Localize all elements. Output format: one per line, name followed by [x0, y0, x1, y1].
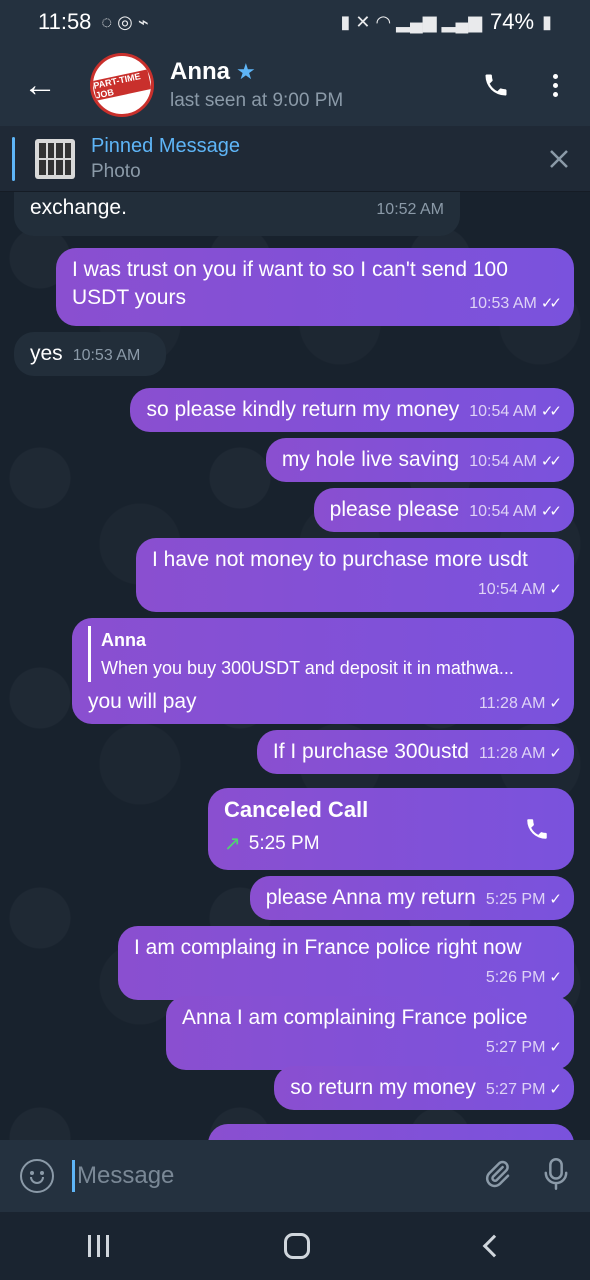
- emoji-icon[interactable]: [20, 1159, 54, 1193]
- back-arrow-icon: ←: [23, 65, 57, 104]
- sent-receipt-icon: ✓: [549, 581, 561, 598]
- message-time: 5:26 PM: [485, 969, 546, 986]
- reply-quote[interactable]: Anna When you buy 300USDT and deposit it…: [88, 626, 558, 682]
- recent-apps-icon[interactable]: [87, 1235, 109, 1257]
- message-bubble[interactable]: I am complaing in France police right no…: [118, 926, 574, 1000]
- message-bubble[interactable]: exchange. 10:52 AM: [14, 192, 460, 236]
- clock: 11:58: [38, 9, 92, 34]
- message-time: 5:27 PM: [485, 1039, 546, 1056]
- message-bubble[interactable]: I have not money to purchase more usdt 1…: [136, 538, 574, 612]
- message-text: I have not money to purchase more usdt: [152, 548, 528, 571]
- sent-receipt-icon: ✓: [549, 695, 561, 712]
- more-options-icon[interactable]: [550, 73, 560, 97]
- battery-icon: ▮: [542, 11, 552, 32]
- avatar-label: PART-TIME JOB: [93, 69, 151, 101]
- message-composer: [0, 1140, 590, 1212]
- system-navigation-bar: [0, 1212, 590, 1280]
- peer-name: Anna: [170, 58, 230, 85]
- message-bubble[interactable]: please please 10:54 AM ✓✓: [313, 488, 574, 532]
- message-time: 10:52 AM: [376, 201, 444, 218]
- message-text: I am complaing in France police right no…: [134, 936, 522, 959]
- message-bubble[interactable]: I was trust on you if want to so I can't…: [56, 248, 574, 326]
- message-text: please Anna my return: [265, 886, 476, 909]
- message-bubble[interactable]: so return my money 5:27 PM ✓: [274, 1066, 574, 1110]
- call-bubble[interactable]: Canceled Call ↗ 5:25 PM: [208, 788, 574, 870]
- message-bubble[interactable]: Anna When you buy 300USDT and deposit it…: [72, 618, 574, 724]
- read-receipt-icon: ✓✓: [540, 453, 562, 470]
- message-time: 11:28 AM: [479, 745, 546, 762]
- sent-receipt-icon: ✓: [549, 891, 561, 908]
- pinned-photo-thumbnail: [35, 138, 75, 179]
- message-time: 10:54 AM: [477, 581, 546, 598]
- sent-receipt-icon: ✓: [549, 1039, 561, 1056]
- call-status: Canceled Call: [224, 797, 369, 822]
- avatar[interactable]: PART-TIME JOB: [90, 53, 154, 117]
- message-bubble[interactable]: yes 10:53 AM: [14, 332, 166, 376]
- pinned-message-bar[interactable]: Pinned Message Photo: [0, 126, 590, 192]
- message-time: 5:25 PM: [485, 891, 546, 908]
- home-icon[interactable]: [284, 1233, 311, 1259]
- message-text: so return my money: [290, 1076, 476, 1099]
- sent-receipt-icon: ✓: [549, 1081, 561, 1098]
- message-bubble-partial[interactable]: [208, 1124, 574, 1140]
- message-list[interactable]: exchange. 10:52 AM I was trust on you if…: [0, 192, 590, 1140]
- signal-icons: ▮ ✕ ◠ ▂▄▆ ▂▄▆: [340, 11, 483, 32]
- message-time: 10:54 AM: [469, 503, 537, 520]
- close-icon[interactable]: [548, 148, 570, 170]
- message-text: so please kindly return my money: [146, 398, 460, 421]
- message-bubble[interactable]: so please kindly return my money 10:54 A…: [130, 388, 574, 432]
- message-text: yes: [30, 342, 63, 365]
- back-button[interactable]: ←: [0, 44, 80, 126]
- message-text: my hole live saving: [281, 448, 460, 471]
- sent-receipt-icon: ✓: [549, 745, 561, 762]
- peer-last-seen: last seen at 9:00 PM: [170, 90, 344, 111]
- message-time: 10:53 AM: [469, 295, 537, 312]
- pinned-subtitle: Photo: [91, 160, 141, 182]
- status-bar: 11:58 ◌ ◎ ⌁ ▮ ✕ ◠ ▂▄▆ ▂▄▆ 74% ▮: [0, 0, 590, 44]
- read-receipt-icon: ✓✓: [540, 295, 562, 312]
- pinned-indicator: [12, 136, 15, 181]
- phone-icon[interactable]: [524, 816, 550, 850]
- pinned-title: Pinned Message: [91, 134, 240, 157]
- message-time: 5:27 PM: [485, 1081, 546, 1098]
- microphone-icon[interactable]: [542, 1157, 570, 1196]
- message-bubble[interactable]: my hole live saving 10:54 AM ✓✓: [265, 438, 574, 482]
- message-time: 11:28 AM: [479, 695, 546, 712]
- message-bubble[interactable]: If I purchase 300ustd 11:28 AM ✓: [256, 730, 574, 774]
- message-text: exchange.: [30, 196, 127, 219]
- battery-level: 74%: [490, 9, 535, 34]
- paperclip-icon[interactable]: [482, 1159, 512, 1194]
- outgoing-call-arrow-icon: ↗: [224, 833, 241, 855]
- chat-header: ← PART-TIME JOB Anna ★ last seen at 9:00…: [0, 44, 590, 126]
- call-time: 5:25 PM: [248, 833, 320, 854]
- read-receipt-icon: ✓✓: [540, 403, 562, 420]
- reply-snippet: When you buy 300USDT and deposit it in m…: [101, 658, 514, 678]
- message-text: you will pay: [88, 690, 197, 713]
- message-text: Anna I am complaining France police: [182, 1006, 528, 1029]
- back-icon[interactable]: [482, 1234, 506, 1258]
- message-bubble[interactable]: please Anna my return 5:25 PM ✓: [249, 876, 574, 920]
- message-time: 10:54 AM: [469, 453, 537, 470]
- message-text: please please: [329, 498, 460, 521]
- phone-icon[interactable]: [482, 71, 510, 99]
- message-bubble[interactable]: Anna I am complaining France police 5:27…: [166, 996, 574, 1070]
- peer-info[interactable]: Anna ★ last seen at 9:00 PM: [170, 58, 343, 112]
- read-receipt-icon: ✓✓: [540, 503, 562, 520]
- reply-author: Anna: [101, 630, 146, 650]
- sent-receipt-icon: ✓: [549, 969, 561, 986]
- star-icon: ★: [236, 59, 256, 84]
- message-time: 10:53 AM: [72, 347, 141, 364]
- message-input[interactable]: [72, 1160, 452, 1192]
- message-time: 10:54 AM: [469, 403, 537, 420]
- message-text: If I purchase 300ustd: [272, 740, 469, 763]
- notification-icons: ◌ ◎ ⌁: [101, 11, 149, 32]
